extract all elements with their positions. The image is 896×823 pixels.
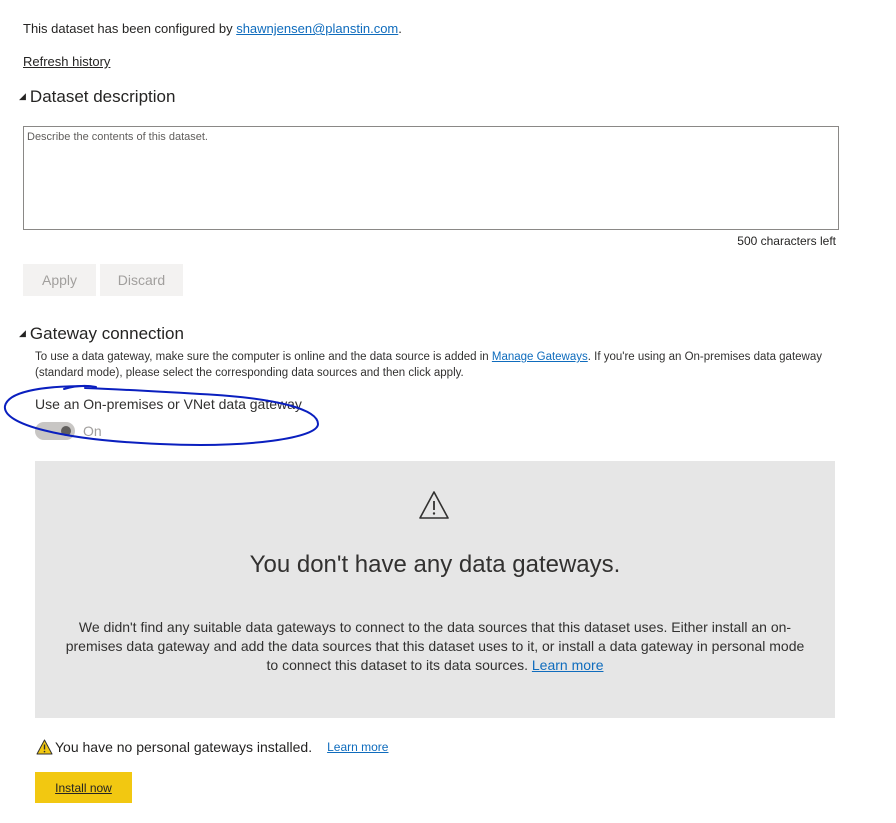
gateway-toggle-label: Use an On-premises or VNet data gateway [35,396,302,412]
toggle-knob [61,426,71,436]
personal-gateway-warning: You have no personal gateways installed.… [36,739,388,755]
dataset-description-title: Dataset description [29,87,176,106]
owner-email-link[interactable]: shawnjensen@planstin.com [236,21,398,36]
warning-icon [36,739,53,755]
no-gateways-body: We didn't find any suitable data gateway… [65,618,805,675]
refresh-history-link[interactable]: Refresh history [23,53,110,71]
warning-icon [419,491,449,519]
gateway-toggle[interactable] [35,422,75,440]
gateway-info-prefix: To use a data gateway, make sure the com… [35,351,492,363]
gateway-toggle-state: On [83,423,102,439]
personal-gateway-message: You have no personal gateways installed. [55,739,313,755]
configured-by-text: This dataset has been configured by shaw… [23,20,402,38]
gateway-info-text: To use a data gateway, make sure the com… [35,349,825,381]
learn-more-link[interactable]: Learn more [532,657,604,673]
discard-button[interactable]: Discard [100,264,183,296]
configured-prefix: This dataset has been configured by [23,21,237,36]
dataset-description-header[interactable]: ◢ Dataset description [19,86,175,108]
gateway-connection-title: Gateway connection [29,324,184,343]
personal-learn-more-link[interactable]: Learn more [327,740,388,754]
install-now-button[interactable]: Install now [35,772,132,803]
configured-suffix: . [398,21,402,36]
hand-drawn-circle-annotation [3,384,320,446]
no-gateways-title: You don't have any data gateways. [249,551,621,578]
collapse-caret-icon[interactable]: ◢ [19,322,26,344]
apply-button[interactable]: Apply [23,264,96,296]
no-gateways-panel: You don't have any data gateways. We did… [35,461,835,718]
description-input[interactable] [23,126,839,230]
collapse-caret-icon[interactable]: ◢ [19,85,26,107]
characters-left-counter: 500 characters left [737,234,836,248]
no-gateways-body-text: We didn't find any suitable data gateway… [65,619,805,673]
manage-gateways-link[interactable]: Manage Gateways [492,351,588,363]
gateway-connection-header[interactable]: ◢ Gateway connection [19,323,184,345]
